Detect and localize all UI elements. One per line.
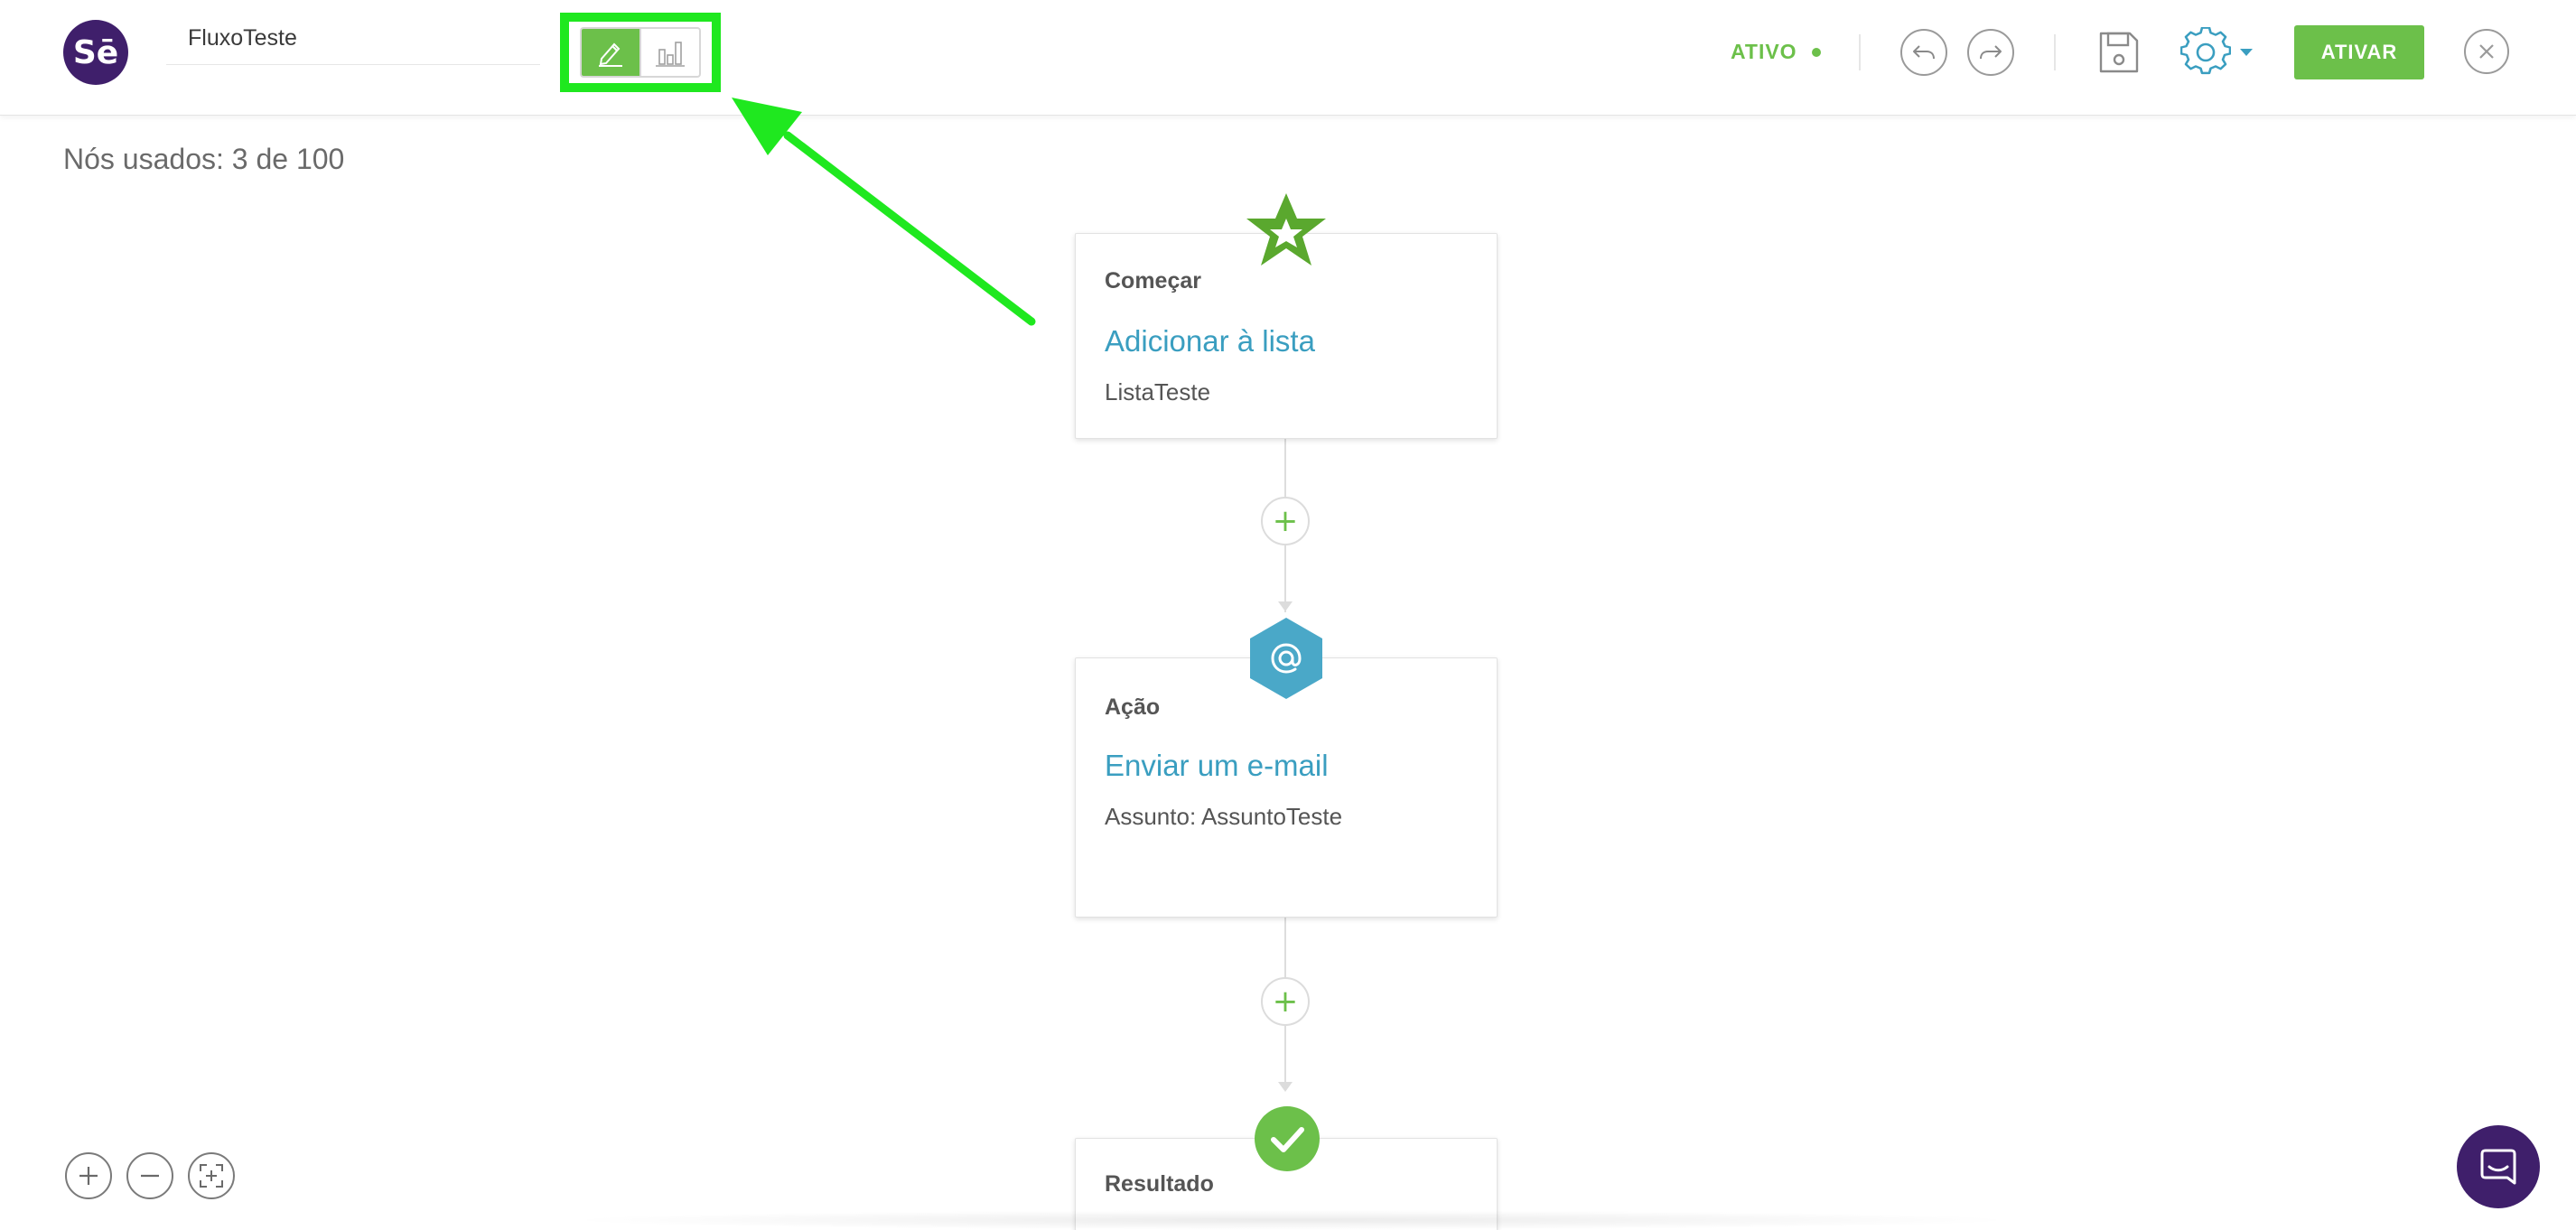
plus-icon: + (1272, 983, 1299, 1020)
toolbar-divider (1859, 34, 1861, 70)
result-node-badge (1254, 1105, 1321, 1172)
logo-text: Sē (72, 33, 119, 71)
at-sign-icon (1250, 618, 1322, 699)
node-kind-label: Ação (1105, 694, 1161, 720)
redo-button[interactable] (1967, 29, 2014, 76)
action-node-badge (1248, 616, 1324, 701)
check-icon (1255, 1106, 1320, 1171)
save-button[interactable] (2094, 27, 2144, 78)
add-step-button[interactable]: + (1261, 497, 1310, 545)
fit-to-screen-button[interactable] (188, 1152, 235, 1199)
edit-mode-button[interactable] (582, 29, 639, 76)
node-title: Adicionar à lista (1105, 324, 1315, 358)
zoom-out-button[interactable] (126, 1152, 173, 1199)
redo-icon (1980, 45, 2002, 60)
node-title: Enviar um e-mail (1105, 749, 1329, 782)
flow-connector (1284, 439, 1286, 497)
add-step-button[interactable]: + (1261, 977, 1310, 1026)
pencil-icon (599, 42, 622, 67)
save-icon (2099, 32, 2139, 73)
flow-connector (1284, 918, 1286, 977)
node-kind-label: Começar (1105, 268, 1201, 294)
connector-arrowhead (1278, 1082, 1293, 1092)
close-button[interactable] (2464, 29, 2509, 74)
chevron-down-icon (2240, 49, 2253, 56)
flow-status: ATIVO (1731, 40, 1821, 64)
plus-icon (79, 1167, 98, 1185)
status-label: ATIVO (1731, 40, 1797, 63)
connector-arrowhead (1278, 601, 1293, 611)
undo-button[interactable] (1900, 29, 1947, 76)
node-subtitle: Assunto: AssuntoTeste (1105, 803, 1343, 830)
node-kind-label: Resultado (1105, 1171, 1214, 1197)
reports-mode-button[interactable] (639, 29, 699, 76)
mode-toggle (580, 27, 701, 78)
zoom-in-button[interactable] (65, 1152, 112, 1199)
nodes-used-counter: Nós usados: 3 de 100 (63, 143, 345, 175)
chat-icon (2480, 1149, 2516, 1185)
plus-icon: + (1272, 503, 1299, 539)
close-icon (2479, 44, 2494, 59)
gear-icon (2180, 27, 2231, 75)
toolbar-divider (2054, 34, 2056, 70)
bottom-panel-shadow (560, 1210, 2023, 1230)
settings-menu-button[interactable] (2177, 25, 2258, 79)
top-toolbar: Sē FluxoTeste ATIVO ATIVAR (0, 0, 2576, 116)
activate-button[interactable]: ATIVAR (2294, 25, 2424, 79)
annotation-arrow (732, 98, 1036, 326)
star-icon (1246, 193, 1326, 266)
flow-name-input[interactable]: FluxoTeste (166, 20, 540, 65)
app-logo[interactable]: Sē (63, 20, 128, 85)
start-node-badge (1243, 191, 1330, 275)
undo-icon (1913, 45, 1935, 60)
chat-launcher-button[interactable] (2457, 1125, 2540, 1208)
node-subtitle: ListaTeste (1105, 378, 1211, 405)
flow-connector (1284, 1026, 1286, 1087)
fit-screen-icon (200, 1164, 223, 1188)
status-dot (1811, 47, 1821, 57)
minus-icon (141, 1174, 159, 1178)
bar-chart-icon (656, 42, 685, 67)
